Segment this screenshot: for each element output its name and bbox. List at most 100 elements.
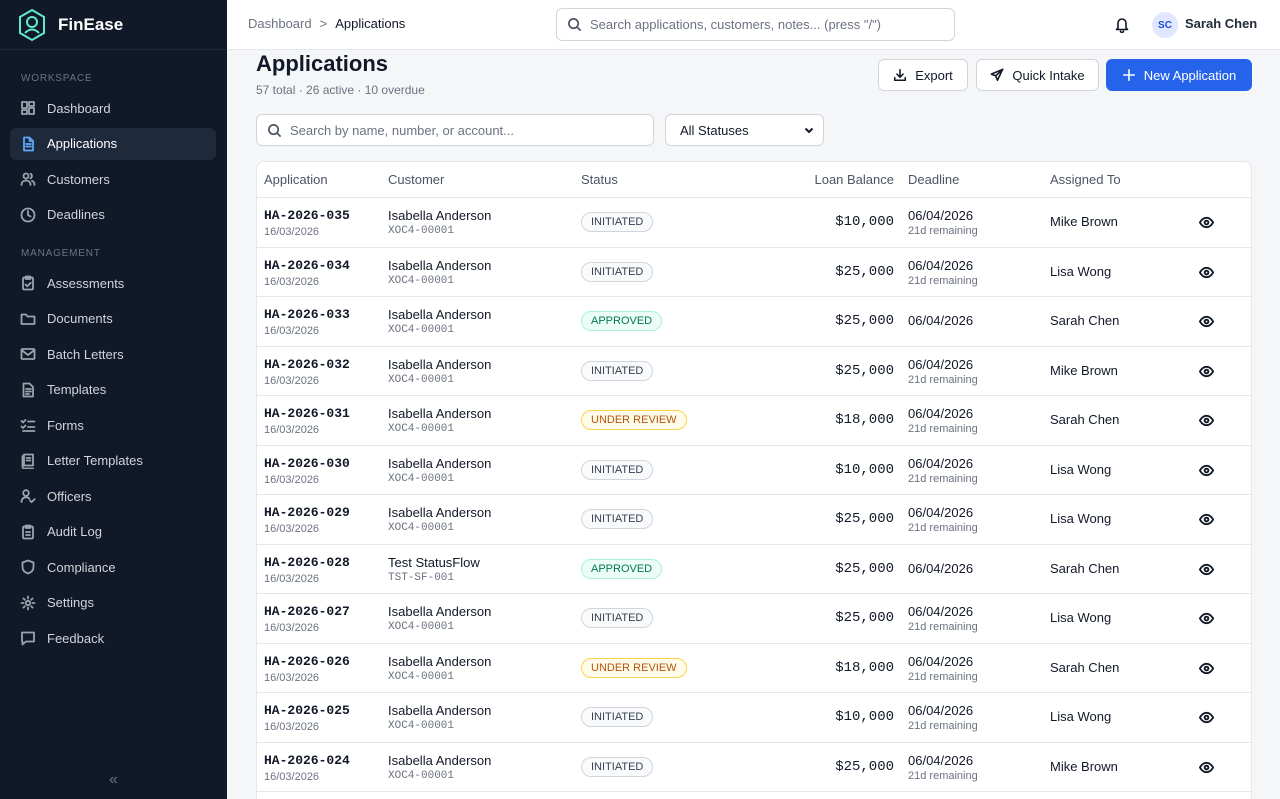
checklist-icon (20, 417, 36, 433)
table-row[interactable]: HA-2026-034 16/03/2026 Isabella Anderson… (257, 248, 1251, 297)
table-row[interactable]: HA-2026-030 16/03/2026 Isabella Anderson… (257, 446, 1251, 495)
column-header-deadline[interactable]: Deadline (908, 172, 959, 187)
table-row[interactable]: HA-2026-032 16/03/2026 Isabella Anderson… (257, 347, 1251, 396)
sidebar-item-label: Forms (47, 417, 84, 433)
application-date: 16/03/2026 (264, 226, 320, 238)
export-button-label: Export (915, 67, 953, 83)
column-header-status[interactable]: Status (581, 172, 618, 187)
breadcrumb: Dashboard > Applications (248, 16, 405, 31)
status-badge: INITIATED (581, 360, 654, 381)
customer-account: XOC4-00001 (388, 670, 455, 683)
deadline-date: 06/04/2026 (908, 455, 974, 471)
sidebar-item-documents[interactable]: Documents (10, 303, 216, 335)
column-header-application[interactable]: Application (264, 172, 328, 187)
view-eye-icon[interactable] (1198, 562, 1215, 577)
global-search[interactable] (556, 8, 955, 41)
application-number[interactable]: HA-2026-025 (264, 703, 350, 718)
sidebar-item-forms[interactable]: Forms (10, 409, 216, 441)
view-eye-icon[interactable] (1198, 661, 1215, 676)
sidebar-item-dashboard[interactable]: Dashboard (10, 92, 216, 124)
sidebar-item-customers[interactable]: Customers (10, 163, 216, 195)
deadline-remaining: 21d remaining (908, 225, 978, 237)
sidebar-item-applications[interactable]: Applications (10, 127, 216, 160)
column-header-assigned-to[interactable]: Assigned To (1050, 172, 1121, 187)
letter-icon (20, 453, 36, 469)
quick-intake-button[interactable]: Quick Intake (976, 59, 1099, 91)
plus-icon (1122, 68, 1135, 82)
sidebar-item-settings[interactable]: Settings (10, 587, 216, 619)
folder-icon (20, 311, 36, 327)
send-icon (990, 68, 1004, 82)
view-eye-icon[interactable] (1198, 215, 1215, 230)
view-eye-icon[interactable] (1198, 463, 1215, 478)
global-search-input[interactable] (590, 17, 930, 32)
customer-account: XOC4-00001 (388, 472, 455, 485)
view-eye-icon[interactable] (1198, 413, 1215, 428)
sidebar-item-label: Compliance (47, 559, 116, 575)
deadline-date: 06/04/2026 (908, 313, 974, 328)
table-row[interactable]: HA-2026-024 16/03/2026 Isabella Anderson… (257, 743, 1251, 792)
sidebar-item-batch-letters[interactable]: Batch Letters (10, 338, 216, 370)
application-number[interactable]: HA-2026-024 (264, 753, 350, 768)
table-row[interactable]: HA-2026-025 16/03/2026 Isabella Anderson… (257, 693, 1251, 743)
loan-balance: $10,000 (835, 709, 894, 725)
assignee-name: Lisa Wong (1050, 709, 1112, 724)
view-eye-icon[interactable] (1198, 710, 1215, 725)
sidebar-item-feedback[interactable]: Feedback (10, 622, 216, 654)
sidebar-item-assessments[interactable]: Assessments (10, 267, 216, 299)
table-row[interactable]: HA-2026-028 16/03/2026 Test StatusFlow T… (257, 545, 1251, 594)
table-row[interactable]: HA-2026-027 16/03/2026 Isabella Anderson… (257, 594, 1251, 644)
application-number[interactable]: HA-2026-032 (264, 357, 350, 372)
sidebar-item-letter-templates[interactable]: Letter Templates (10, 445, 216, 477)
view-eye-icon[interactable] (1198, 364, 1215, 379)
application-number[interactable]: HA-2026-033 (264, 307, 350, 322)
column-header-customer[interactable]: Customer (388, 172, 444, 187)
view-eye-icon[interactable] (1198, 265, 1215, 280)
status-badge: INITIATED (581, 707, 654, 727)
sidebar-item-label: Templates (47, 382, 107, 397)
status-filter-select[interactable]: All Statuses (665, 114, 824, 146)
breadcrumb-root-link[interactable]: Dashboard (248, 16, 312, 31)
view-eye-icon[interactable] (1198, 314, 1215, 329)
breadcrumb-current: Applications (335, 16, 406, 31)
sidebar-item-label: Assessments (47, 275, 125, 291)
application-number[interactable]: HA-2026-030 (264, 456, 350, 471)
application-number[interactable]: HA-2026-035 (264, 208, 350, 223)
customer-name: Isabella Anderson (388, 406, 492, 421)
new-application-button[interactable]: New Application (1106, 59, 1252, 91)
table-row[interactable]: HA-2026-035 16/03/2026 Isabella Anderson… (257, 198, 1251, 248)
sidebar-item-compliance[interactable]: Compliance (10, 551, 216, 583)
application-number[interactable]: HA-2026-026 (264, 654, 350, 669)
sidebar-item-templates[interactable]: Templates (10, 374, 216, 406)
view-eye-icon[interactable] (1198, 512, 1215, 527)
application-search-input[interactable] (290, 122, 640, 138)
table-row[interactable]: HA-2026-029 16/03/2026 Isabella Anderson… (257, 495, 1251, 545)
application-number[interactable]: HA-2026-034 (264, 258, 350, 273)
loan-balance: $18,000 (835, 659, 894, 676)
collapse-sidebar-button[interactable]: « (0, 771, 227, 789)
sidebar-item-deadlines[interactable]: Deadlines (10, 199, 216, 231)
application-number[interactable]: HA-2026-028 (264, 555, 350, 570)
export-button[interactable]: Export (878, 59, 968, 91)
application-number[interactable]: HA-2026-029 (264, 505, 350, 520)
sidebar-item-audit-log[interactable]: Audit Log (10, 516, 216, 548)
application-number[interactable]: HA-2026-031 (264, 406, 350, 421)
column-header-loan-balance[interactable]: Loan Balance (814, 172, 894, 187)
notifications-bell-icon[interactable] (1114, 16, 1130, 33)
application-number[interactable]: HA-2026-027 (264, 604, 350, 619)
sidebar-item-officers[interactable]: Officers (10, 480, 216, 512)
status-badge: UNDER REVIEW (581, 657, 687, 678)
brand[interactable]: FinEase (0, 0, 227, 50)
view-eye-icon[interactable] (1198, 611, 1215, 626)
sidebar: FinEase WORKSPACE Dashboard Applications… (0, 0, 227, 799)
application-search[interactable] (256, 114, 654, 146)
application-date: 16/03/2026 (264, 572, 320, 585)
table-row[interactable]: HA-2026-031 16/03/2026 Isabella Anderson… (257, 396, 1251, 446)
user-name[interactable]: Sarah Chen (1185, 16, 1257, 31)
table-row[interactable]: HA-2026-033 16/03/2026 Isabella Anderson… (257, 297, 1251, 347)
avatar[interactable]: SC (1152, 12, 1178, 38)
assignee-name: Sarah Chen (1050, 659, 1120, 675)
table-row[interactable]: HA-2026-026 16/03/2026 Isabella Anderson… (257, 644, 1251, 693)
customer-name: Isabella Anderson (388, 356, 492, 372)
view-eye-icon[interactable] (1198, 760, 1215, 775)
